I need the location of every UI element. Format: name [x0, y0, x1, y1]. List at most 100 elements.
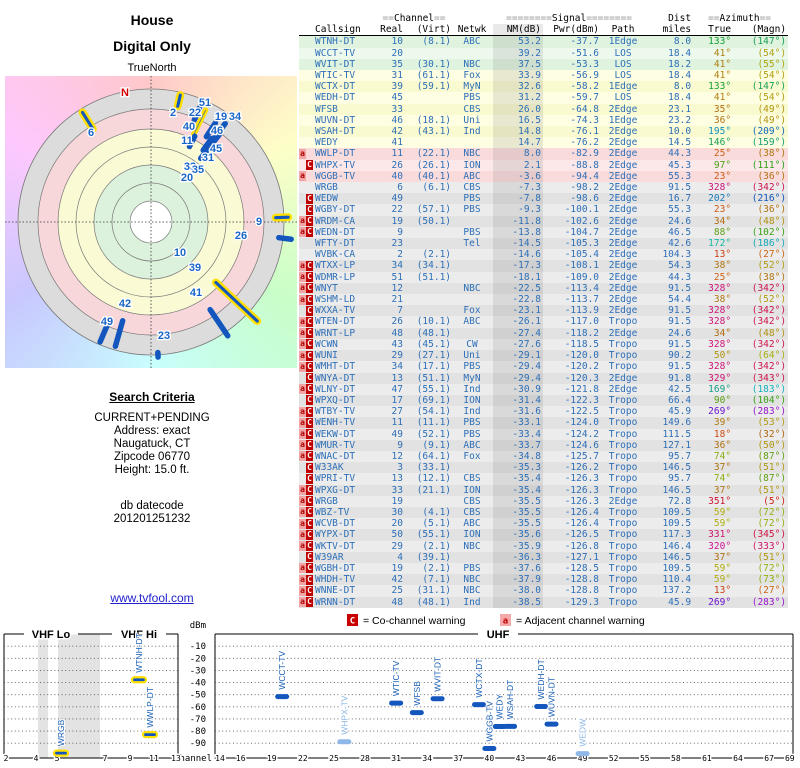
dist-group-header: Dist [668, 13, 692, 24]
nm-db-cell: -34.8 [493, 450, 544, 463]
network-cell: Ind [463, 383, 481, 395]
nm-db-cell: -35.5 [493, 518, 544, 530]
nm-db-cell: -30.9 [493, 383, 544, 395]
callsign-cell: WFTY-DT [315, 238, 356, 250]
report-subtitle: Digital Only [113, 38, 191, 54]
station-row: C WNYA-DT 13 (51.1) MyN -29.4 -120.3 2Edge 91.8 3… [299, 372, 789, 384]
nm-db-cell: 33.9 [493, 70, 544, 82]
power-dbm-cell: -76.1 [570, 126, 600, 138]
real-channel-cell: 11 [391, 148, 403, 160]
signal-bar-callsign-label: WTNH-DT [134, 633, 144, 673]
signal-bar [389, 700, 404, 706]
warning-cell: C [299, 193, 315, 204]
adjacent-warning-badge: a [299, 148, 306, 159]
path-cell: Tropo [608, 462, 638, 474]
distance-cell: 91.5 [668, 282, 692, 294]
col-nm: NM(dB) [493, 24, 544, 37]
power-dbm-cell: -108.1 [564, 260, 600, 272]
callsign-cell: WHPX-TV [315, 159, 356, 171]
signal-bar-callsign-label: WVIT-DT [433, 657, 443, 692]
callsign-cell: WTNH-DT [315, 36, 356, 48]
nm-db-cell: -35.4 [493, 484, 544, 496]
network-cell: Ind [463, 596, 481, 608]
distance-cell: 149.6 [662, 417, 692, 429]
azimuth-true-cell: 23° [713, 204, 732, 216]
adjacent-warning-badge: a [299, 350, 306, 361]
path-cell: LOS [614, 47, 632, 59]
callsign-cell: WENH-TV [315, 417, 356, 429]
signal-bar-callsign-label: WEDW [578, 719, 588, 747]
nm-db-cell: -33.7 [493, 439, 544, 451]
path-cell: LOS [614, 70, 632, 82]
signal-bar [409, 710, 424, 716]
azimuth-true-cell: 37° [713, 484, 732, 496]
nm-db-cell: -35.9 [493, 540, 544, 552]
adjacent-warning-badge: a [299, 529, 306, 540]
network-cell: CBS [463, 506, 481, 518]
warning-cell [299, 182, 315, 193]
azimuth-true-cell: 133° [708, 36, 732, 48]
polar-channel-label: 6 [88, 127, 94, 139]
distance-cell: 55.3 [668, 204, 692, 216]
power-dbm-cell: -122.3 [564, 394, 600, 406]
adjacent-warning-badge: a [299, 585, 306, 596]
azimuth-true-cell: 41° [713, 47, 732, 59]
real-channel-cell: 40 [391, 170, 403, 182]
search-criteria-line: Height: 15.0 ft. [114, 464, 190, 476]
polar-channel-label: 9 [256, 216, 262, 228]
station-row: WSAH-DT 42 (43.1) Ind 14.8 -76.1 2Edge 10.0 195°… [299, 126, 789, 138]
nm-db-cell: -35.6 [493, 529, 544, 541]
search-criteria-line: Naugatuck, CT [113, 438, 191, 450]
station-row: C W33AK 3 (33.1) -35.3 -126.2 Tropo 146.5 37° (51… [299, 462, 789, 474]
azimuth-magn-cell: (87°) [757, 473, 787, 485]
distance-cell: 146.5 [662, 551, 692, 563]
power-dbm-cell: -74.3 [570, 114, 600, 126]
path-cell: 1Edge [608, 114, 638, 126]
adjacent-warning-badge: a [299, 339, 306, 350]
nm-db-cell: 8.0 [493, 148, 544, 160]
azimuth-magn-cell: (48°) [757, 327, 787, 339]
distance-cell: 146.5 [662, 462, 692, 474]
virtual-channel-cell [405, 283, 453, 294]
nm-db-cell: -18.1 [493, 271, 544, 283]
azimuth-magn-cell: (36°) [757, 204, 787, 216]
station-row: WRGB 6 (6.1) CBS -7.3 -98.2 2Edge 91.5 328° (342°… [299, 182, 789, 194]
channel-tick-label: 22 [298, 754, 308, 763]
callsign-cell: WEDY [315, 137, 338, 149]
dbm-tick-label: -10 [190, 642, 206, 652]
tvfool-link[interactable]: www.tvfool.com [0, 591, 304, 605]
azimuth-group-header: ==Azimuth== [708, 13, 772, 24]
polar-channel-label: 42 [119, 298, 131, 310]
azimuth-true-cell: 328° [708, 338, 732, 350]
callsign-cell: WNNE-DT [315, 585, 356, 597]
nm-db-cell: -7.3 [493, 182, 544, 194]
path-cell: Tropo [608, 506, 638, 518]
station-row: a C WHDH-TV 42 (7.1) NBC -37.9 -128.8 Tropo 110.4… [299, 574, 789, 586]
real-channel-cell: 19 [391, 495, 403, 507]
nm-db-cell: -36.3 [493, 551, 544, 563]
network-cell: MyN [463, 372, 481, 384]
co-channel-warning-badge: C [306, 429, 313, 440]
virtual-channel-cell: (55.1) [416, 383, 452, 395]
azimuth-true-cell: 59° [713, 518, 732, 530]
path-cell: 2Edge [608, 372, 638, 384]
power-dbm-cell: -118.2 [564, 327, 600, 339]
callsign-cell: WCTX-DT [315, 81, 356, 93]
nm-db-cell: -13.8 [493, 226, 544, 239]
distance-cell: 90.2 [668, 350, 692, 362]
network-cell: ABC [463, 170, 481, 182]
nm-db-cell: -14.5 [493, 238, 544, 250]
col-magn: (Magn) [733, 24, 789, 37]
path-cell: 1Edge [608, 36, 638, 48]
adjacent-warning-badge: a [299, 417, 306, 428]
power-dbm-cell: -82.9 [570, 148, 600, 160]
adjacent-warning-badge: a [299, 316, 306, 327]
signal-bar [130, 676, 148, 684]
azimuth-magn-cell: (55°) [757, 58, 787, 70]
callsign-cell: WFSB [315, 103, 338, 115]
path-cell: Tropo [608, 394, 638, 406]
channel-tick-label: 52 [609, 754, 619, 763]
co-channel-warning-badge: C [306, 574, 313, 585]
azimuth-magn-cell: (147°) [751, 36, 787, 48]
network-cell: ABC [463, 316, 481, 328]
